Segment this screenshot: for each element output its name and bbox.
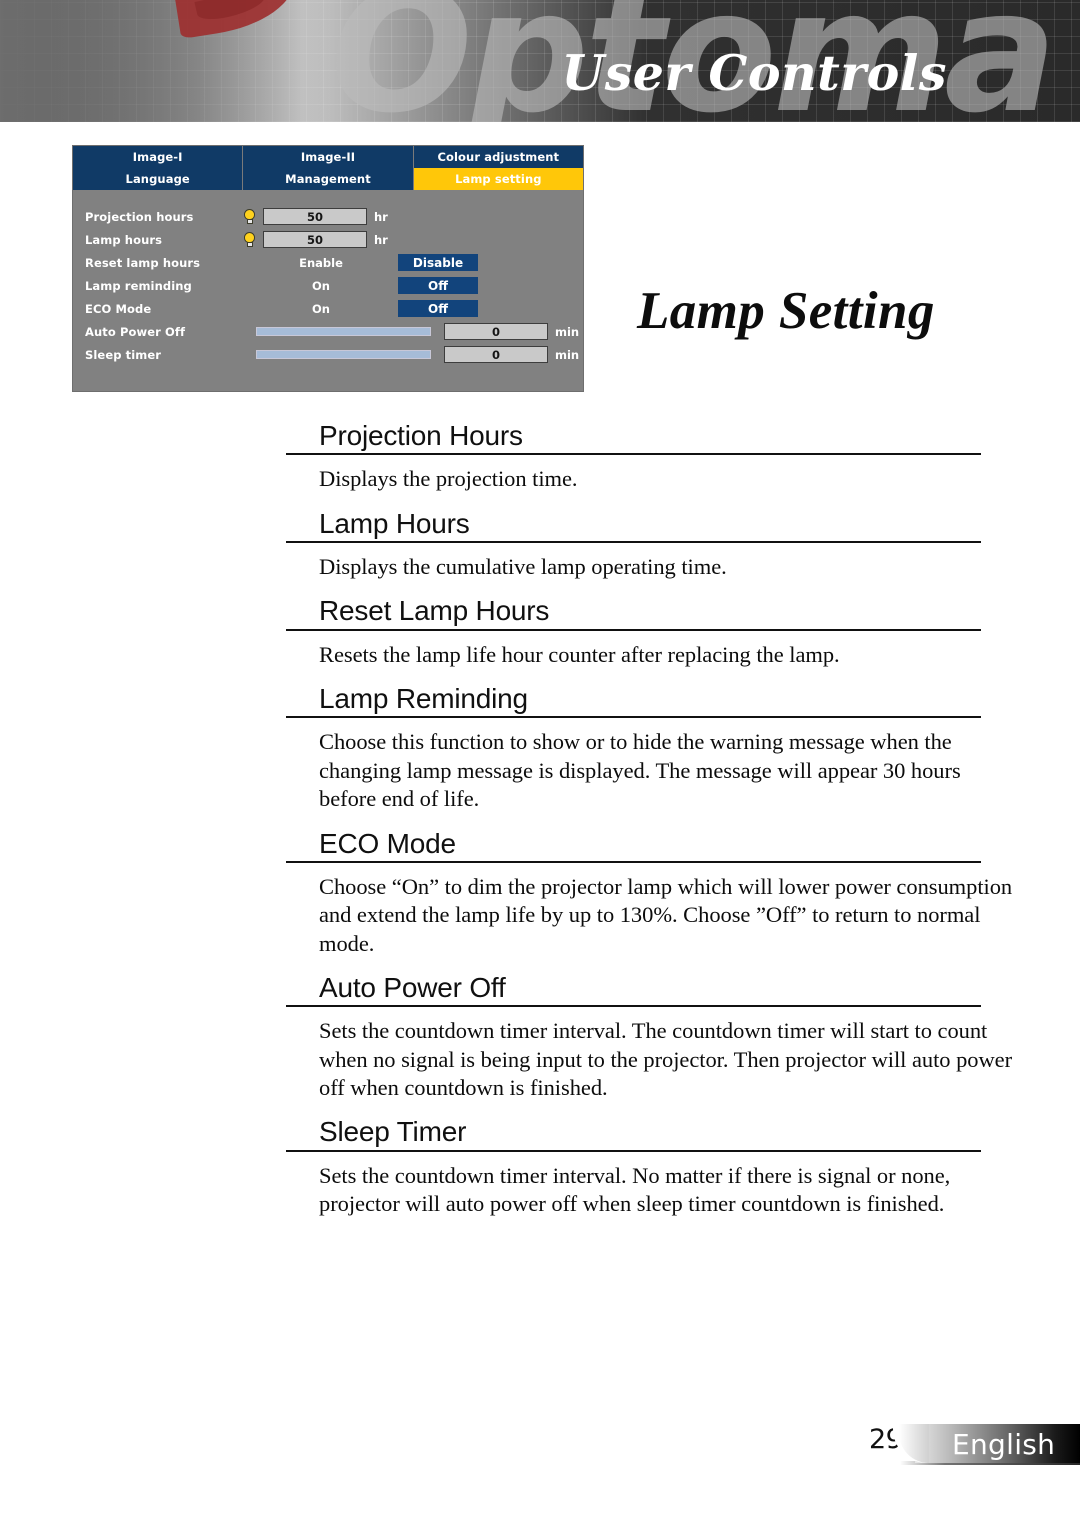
osd-tab-management[interactable]: Management: [243, 168, 414, 190]
osd-tab-image-i[interactable]: Image-I: [73, 146, 244, 168]
header-left-fade: [0, 0, 330, 122]
section-projection-hours: Projection Hours Displays the projection…: [286, 420, 1026, 494]
osd-unit-sleep-timer: min: [555, 347, 580, 362]
section-body-projection-hours: Displays the projection time.: [319, 466, 578, 492]
osd-row-reset-lamp-hours: Reset lamp hours Enable Disable: [73, 251, 583, 274]
osd-row-projection-hours: Projection hours 50 hr: [73, 205, 583, 228]
osd-value-auto-power-off[interactable]: 0: [444, 323, 548, 340]
osd-value-projection-hours[interactable]: 50: [263, 208, 367, 225]
osd-label-sleep-timer: Sleep timer: [85, 347, 162, 362]
section-sleep-timer: Sleep Timer Sets the countdown timer int…: [286, 1116, 1026, 1218]
section-body-eco-mode: Choose “On” to dim the projector lamp wh…: [319, 873, 1013, 956]
osd-tab-language[interactable]: Language: [73, 168, 244, 190]
section-lamp-hours: Lamp Hours Displays the cumulative lamp …: [286, 508, 1026, 582]
osd-label-lamp-reminding: Lamp reminding: [85, 278, 192, 293]
osd-tab-divider: [73, 190, 583, 194]
osd-option-eco-off[interactable]: Off: [398, 300, 478, 317]
osd-label-lamp-hours: Lamp hours: [85, 232, 163, 247]
page-header-title: User Controls: [561, 44, 947, 102]
section-heading-eco-mode: ECO Mode: [286, 828, 981, 863]
osd-option-reminding-on[interactable]: On: [271, 279, 371, 293]
osd-value-lamp-hours[interactable]: 50: [263, 231, 367, 248]
osd-unit-lamp-hours: hr: [374, 232, 388, 247]
section-heading-reset-lamp-hours: Reset Lamp Hours: [286, 595, 981, 631]
osd-label-eco-mode: ECO Mode: [85, 301, 152, 316]
section-body-auto-power-off: Sets the countdown timer interval. The c…: [319, 1018, 1013, 1100]
content-sections: Projection Hours Displays the projection…: [286, 420, 1026, 1232]
section-lamp-reminding: Lamp Reminding Choose this function to s…: [286, 683, 1026, 813]
section-heading-projection-hours: Projection Hours: [286, 420, 981, 456]
footer-language-label: English: [952, 1428, 1056, 1461]
osd-label-reset-lamp-hours: Reset lamp hours: [85, 255, 201, 270]
page-header-banner: Optoma User Controls: [0, 0, 1080, 122]
osd-tab-image-ii[interactable]: Image-II: [243, 146, 414, 168]
osd-settings-list: Projection hours 50 hr Lamp hours 50 hr …: [73, 194, 583, 366]
osd-unit-projection-hours: hr: [374, 209, 388, 224]
osd-row-lamp-reminding: Lamp reminding On Off: [73, 274, 583, 297]
osd-slider-sleep-timer[interactable]: [256, 350, 431, 359]
section-body-reset-lamp-hours: Resets the lamp life hour counter after …: [319, 641, 840, 667]
lamp-bulb-icon: [243, 208, 256, 225]
section-body-sleep-timer: Sets the countdown timer interval. No ma…: [319, 1162, 951, 1216]
osd-tab-row-top: Image-I Image-II Colour adjustment: [73, 146, 583, 168]
osd-tab-group: Image-I Image-II Colour adjustment Langu…: [73, 146, 583, 194]
section-auto-power-off: Auto Power Off Sets the countdown timer …: [286, 972, 1026, 1102]
section-heading-lamp-hours: Lamp Hours: [286, 508, 981, 544]
page-title: Lamp Setting: [637, 282, 935, 340]
footer-notch-highlight: [899, 1424, 929, 1463]
lamp-bulb-icon: [243, 231, 256, 248]
section-body-lamp-reminding: Choose this function to show or to hide …: [319, 729, 961, 812]
osd-value-sleep-timer[interactable]: 0: [444, 346, 548, 363]
osd-option-reminding-off[interactable]: Off: [398, 277, 478, 294]
osd-menu-panel: Image-I Image-II Colour adjustment Langu…: [72, 145, 584, 392]
osd-row-sleep-timer: Sleep timer 0 min: [73, 343, 583, 366]
section-heading-auto-power-off: Auto Power Off: [286, 972, 981, 1008]
osd-label-projection-hours: Projection hours: [85, 209, 194, 224]
osd-row-auto-power-off: Auto Power Off 0 min: [73, 320, 583, 343]
osd-option-eco-on[interactable]: On: [271, 302, 371, 316]
osd-row-lamp-hours: Lamp hours 50 hr: [73, 228, 583, 251]
osd-label-auto-power-off: Auto Power Off: [85, 324, 186, 339]
osd-tab-colour-adjustment[interactable]: Colour adjustment: [413, 146, 583, 168]
osd-option-reset-disable[interactable]: Disable: [398, 254, 478, 271]
osd-unit-auto-power-off: min: [555, 324, 580, 339]
osd-row-eco-mode: ECO Mode On Off: [73, 297, 583, 320]
section-heading-lamp-reminding: Lamp Reminding: [286, 683, 981, 719]
section-heading-sleep-timer: Sleep Timer: [286, 1116, 981, 1152]
section-eco-mode: ECO Mode Choose “On” to dim the projecto…: [286, 828, 1026, 958]
section-reset-lamp-hours: Reset Lamp Hours Resets the lamp life ho…: [286, 595, 1026, 669]
osd-tab-lamp-setting[interactable]: Lamp setting: [413, 168, 583, 190]
osd-slider-auto-power-off[interactable]: [256, 327, 431, 336]
osd-option-reset-enable[interactable]: Enable: [271, 256, 371, 270]
section-body-lamp-hours: Displays the cumulative lamp operating t…: [319, 554, 727, 580]
osd-tab-row-bottom: Language Management Lamp setting: [73, 168, 583, 190]
